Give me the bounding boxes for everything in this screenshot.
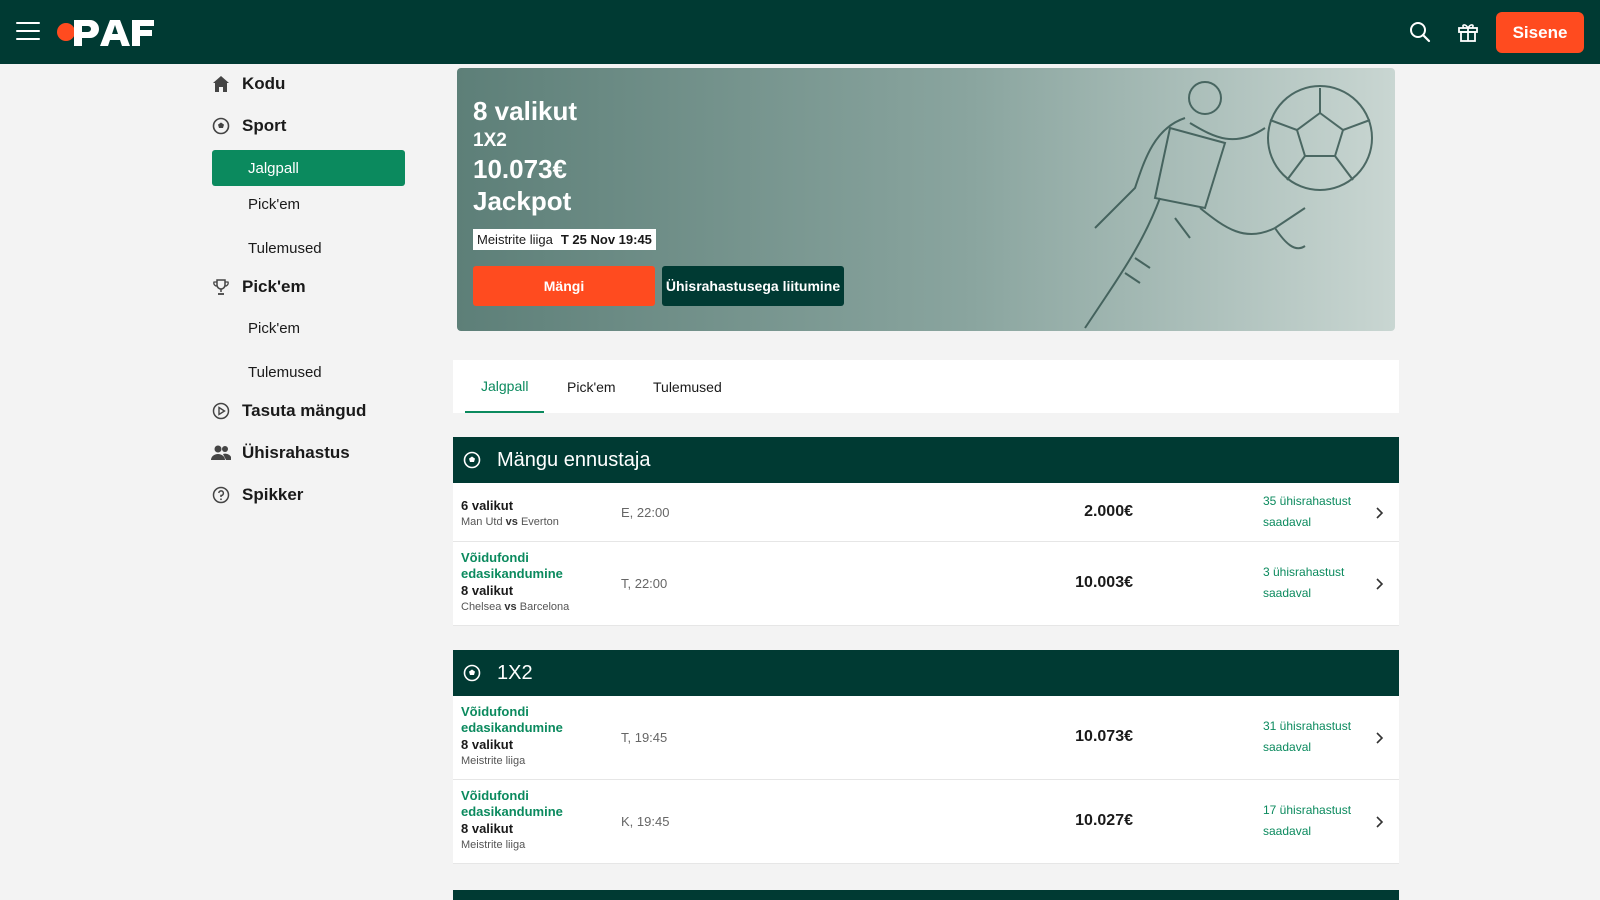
row-pools[interactable]: 35 ühisrahastust saadaval (1263, 491, 1373, 533)
sidebar-subitem-tulemused-2[interactable]: Tulemused (212, 354, 405, 390)
row-league: Meistrite liiga (461, 839, 526, 851)
jackpot-banner: 8 valikut 1X2 10.073€ Jackpot Meistrite … (457, 68, 1395, 331)
soccer-ball-icon (463, 451, 481, 469)
football-player-illustration (1084, 81, 1373, 329)
hero-jackpot-label: Jackpot (473, 186, 572, 216)
section-title: Mängu ennustaja (497, 448, 651, 471)
sidebar-subitem-pickem[interactable]: Pick'em (212, 186, 405, 222)
section-game-predictor: Mängu ennustaja 6 valikut Man Utd vs Eve… (453, 437, 1399, 626)
trophy-icon (210, 276, 232, 298)
next-section-header (453, 890, 1399, 900)
row-amount: 10.073€ (1075, 728, 1133, 745)
tab-jalgpall[interactable]: Jalgpall (465, 360, 545, 413)
hero-date: T 25 Nov 19:45 (560, 232, 652, 247)
sidebar-item-label: Tasuta mängud (242, 401, 367, 420)
row-match: Chelsea vs Barcelona (461, 601, 570, 613)
section-header: 1X2 (453, 650, 1399, 696)
row-promo: Võidufondi edasikandumine (461, 788, 563, 819)
help-circle-icon (210, 484, 232, 506)
sidebar-item-label: Spikker (242, 485, 304, 504)
row-pools[interactable]: 31 ühisrahastust saadaval (1263, 716, 1373, 758)
sport-tabs: Jalgpall Pick'em Tulemused (453, 360, 1399, 413)
sidebar-item-pickem[interactable]: Pick'em (200, 271, 306, 303)
list-item[interactable]: Võidufondi edasikandumine 8 valikut Chel… (453, 542, 1399, 626)
sidebar-item-home[interactable]: Kodu (200, 68, 285, 100)
chevron-right-icon[interactable] (1373, 578, 1385, 590)
row-title: 8 valikut (461, 737, 514, 752)
tab-tulemused[interactable]: Tulemused (653, 360, 722, 413)
gift-icon[interactable] (1456, 20, 1480, 44)
row-time: E, 22:00 (621, 505, 670, 520)
sidebar-subitem-pickem-2[interactable]: Pick'em (212, 310, 405, 346)
row-league: Meistrite liiga (461, 755, 526, 767)
row-amount: 10.003€ (1075, 574, 1133, 591)
row-time: T, 19:45 (621, 730, 668, 745)
login-button[interactable]: Sisene (1496, 12, 1584, 53)
row-title: 6 valikut (461, 498, 514, 513)
join-syndicate-button[interactable]: Ühisrahastusega liitumine (662, 266, 844, 306)
paf-logo[interactable] (56, 16, 156, 48)
top-bar: Sisene (0, 0, 1600, 64)
row-title: 8 valikut (461, 583, 514, 598)
sidebar-item-label: Ühisrahastus (242, 443, 350, 462)
section-1x2: 1X2 Võidufondi edasikandumine 8 valikut … (453, 650, 1399, 864)
row-amount: 10.027€ (1075, 812, 1133, 829)
sidebar-item-label: Kodu (242, 74, 286, 93)
chevron-right-icon[interactable] (1373, 507, 1385, 519)
row-pools[interactable]: 17 ühisrahastust saadaval (1263, 800, 1373, 842)
sidebar-subitem-jalgpall[interactable]: Jalgpall (212, 150, 405, 186)
sidebar-subitem-tulemused[interactable]: Tulemused (212, 230, 405, 266)
sidebar-item-help[interactable]: Spikker (200, 479, 303, 511)
search-icon[interactable] (1408, 20, 1432, 44)
chevron-right-icon[interactable] (1373, 816, 1385, 828)
row-promo: Võidufondi edasikandumine (461, 704, 563, 735)
sidebar-item-syndicate[interactable]: Ühisrahastus (200, 437, 350, 469)
chevron-right-icon[interactable] (1373, 732, 1385, 744)
row-time: T, 22:00 (621, 576, 668, 591)
hero-jackpot-amount: 10.073€ (473, 154, 567, 184)
home-icon (210, 73, 232, 95)
hero-game-type: 1X2 (473, 130, 507, 151)
sidebar-item-free-games[interactable]: Tasuta mängud (200, 395, 366, 427)
users-icon (210, 442, 232, 464)
list-item[interactable]: Võidufondi edasikandumine 8 valikut Meis… (453, 696, 1399, 780)
soccer-ball-icon (210, 115, 232, 137)
play-button[interactable]: Mängi (473, 266, 655, 306)
row-promo: Võidufondi edasikandumine (461, 550, 563, 581)
row-time: K, 19:45 (621, 814, 670, 829)
row-pools[interactable]: 3 ühisrahastust saadaval (1263, 562, 1373, 604)
list-item[interactable]: Võidufondi edasikandumine 8 valikut Meis… (453, 780, 1399, 864)
tab-pickem[interactable]: Pick'em (567, 360, 616, 413)
sidebar-item-sport[interactable]: Sport (200, 110, 286, 142)
list-item[interactable]: 6 valikut Man Utd vs Everton E, 22:00 2.… (453, 483, 1399, 542)
row-match: Man Utd vs Everton (461, 516, 559, 528)
hero-match-info: Meistrite liiga T 25 Nov 19:45 (473, 229, 656, 250)
section-title: 1X2 (497, 661, 533, 684)
sidebar-item-label: Pick'em (242, 277, 306, 296)
hamburger-icon[interactable] (16, 22, 40, 42)
section-header: Mängu ennustaja (453, 437, 1399, 483)
play-circle-icon (210, 400, 232, 422)
hero-selections: 8 valikut (473, 96, 578, 126)
row-amount: 2.000€ (1084, 503, 1133, 520)
soccer-ball-icon (463, 664, 481, 682)
row-title: 8 valikut (461, 821, 514, 836)
hero-league: Meistrite liiga (477, 232, 553, 247)
sidebar-item-label: Sport (242, 116, 287, 135)
